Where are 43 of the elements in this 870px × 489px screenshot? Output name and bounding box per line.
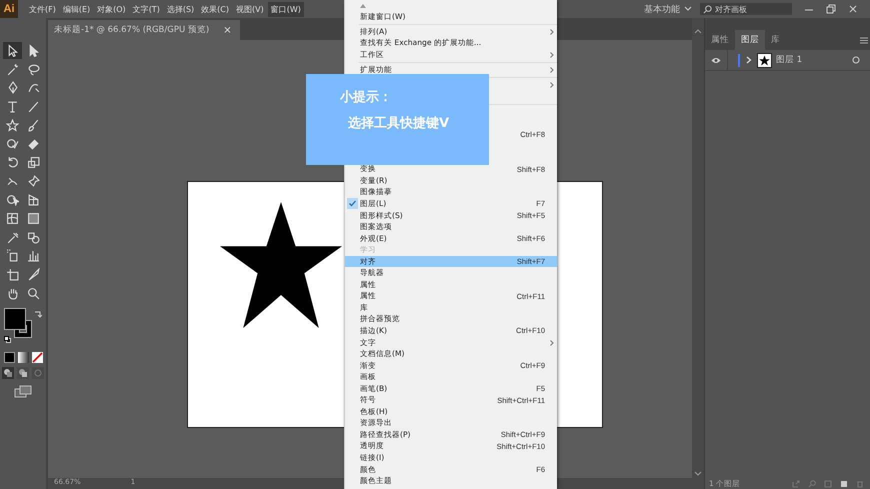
layer-thumbnail <box>757 52 772 68</box>
restore-icon[interactable] <box>826 4 836 14</box>
close-icon[interactable] <box>848 4 858 14</box>
tip-text: 选择工具快捷键V <box>348 115 450 132</box>
menu-icon[interactable] <box>860 36 868 44</box>
search-field[interactable]: 对齐画板 <box>700 3 792 15</box>
layer-row[interactable]: 图层 1 <box>705 50 870 71</box>
draw-behind-icon[interactable] <box>17 366 29 379</box>
menu-bar-item[interactable]: 文件(F) <box>26 2 59 16</box>
menu-bar-item[interactable]: 编辑(E) <box>60 2 94 16</box>
star-icon[interactable] <box>3 116 22 134</box>
color-mode-button[interactable] <box>4 352 14 363</box>
screen-mode-icon[interactable] <box>14 384 32 398</box>
default-colors-icon[interactable] <box>4 336 11 343</box>
menu-bar-item[interactable]: 对象(O) <box>94 2 129 16</box>
caret-icon <box>684 6 692 12</box>
menu-bar-item[interactable]: 窗口(W) <box>268 2 304 16</box>
document-tab[interactable]: 未标题-1* @ 66.67% (RGB/GPU 预览) × <box>48 20 240 40</box>
swap-arrow-icon[interactable] <box>34 310 42 318</box>
tip-title: 小提示： <box>340 89 393 106</box>
layer-name: 图层 1 <box>776 54 802 66</box>
fill-stroke-swatch[interactable] <box>4 308 32 338</box>
scrollbar[interactable] <box>692 18 704 489</box>
draw-mode-icon[interactable] <box>2 366 14 379</box>
workspace-switcher[interactable]: 基本功能 <box>644 2 692 16</box>
none-mode-button[interactable] <box>32 352 42 363</box>
app-logo: Ai <box>0 0 18 18</box>
new-layer-icon[interactable] <box>840 480 848 488</box>
target-circle-icon[interactable] <box>852 56 860 64</box>
menu-bar-item[interactable]: 文字(T) <box>130 2 163 16</box>
menu-bar-item[interactable]: 选择(S) <box>164 2 198 16</box>
menu-bar-item[interactable]: 效果(C) <box>198 2 232 16</box>
gradient-mode-button[interactable] <box>18 352 28 363</box>
scroll-down-icon[interactable] <box>694 471 702 477</box>
menu-bar-item[interactable]: 视图(V) <box>232 2 267 16</box>
close-tab-button[interactable]: × <box>223 24 232 36</box>
checkmark-icon <box>347 198 358 210</box>
scroll-up-icon[interactable] <box>694 28 702 34</box>
search-icon <box>703 4 712 14</box>
panel-tab[interactable]: 属性 <box>705 30 735 50</box>
panel-tab[interactable]: 图层 <box>735 30 765 50</box>
eye-icon[interactable] <box>711 56 721 64</box>
panel-tab[interactable]: 库 <box>765 30 786 50</box>
